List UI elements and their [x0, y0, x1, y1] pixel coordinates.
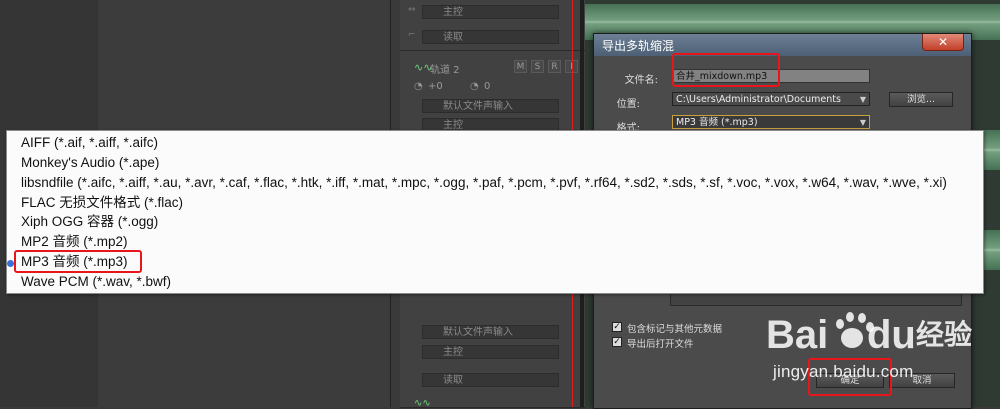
track-3-output-select[interactable]: 主控: [422, 345, 559, 359]
watermark-jingyan: 经验: [916, 318, 972, 351]
track-2-name[interactable]: 轨道 2: [430, 61, 460, 76]
mp3-option-highlight: [14, 250, 142, 273]
pan-value: 0: [484, 81, 491, 92]
location-label: 位置:: [616, 99, 640, 110]
automation-icon: ⌐: [408, 30, 416, 40]
waveform-icon: ∿∿: [414, 398, 431, 409]
metadata-checkbox[interactable]: ✓: [612, 322, 622, 332]
dialog-titlebar[interactable]: 导出多轨缩混 ✕: [594, 34, 971, 56]
pan-knob-icon[interactable]: ◔: [470, 81, 479, 92]
location-select[interactable]: C:\Users\Administrator\Documents ▼: [672, 92, 870, 106]
location-value: C:\Users\Administrator\Documents: [676, 94, 841, 105]
chevron-down-icon: ▼: [859, 95, 866, 104]
track-1-header: ⇔ 主控 ⌐ 读取: [400, 0, 585, 51]
baidu-jingyan-logo: Bai du 经验: [766, 304, 996, 360]
open-after-export-checkbox[interactable]: ✓: [612, 337, 622, 347]
watermark-bai: Bai: [766, 313, 828, 357]
selected-radio-icon: [7, 260, 14, 267]
mute-button[interactable]: M: [514, 60, 527, 73]
format-option[interactable]: AIFF (*.aif, *.aiff, *.aifc): [21, 133, 158, 152]
browse-button[interactable]: 浏览...: [889, 92, 953, 107]
dialog-title: 导出多轨缩混: [602, 39, 675, 53]
read-mode-select[interactable]: 读取: [422, 30, 559, 44]
format-option[interactable]: FLAC 无损文件格式 (*.flac): [21, 193, 183, 212]
close-icon: ✕: [937, 35, 949, 49]
arrow-icon: ⇔: [408, 5, 416, 15]
track-3-header: 默认文件声输入 主控 读取 ∿∿: [400, 295, 585, 409]
volume-value: +0: [428, 81, 443, 92]
watermark-du: du: [867, 313, 916, 357]
record-button[interactable]: R: [548, 60, 561, 73]
format-select[interactable]: MP3 音频 (*.mp3) ▼: [672, 115, 870, 129]
track-3-input-select[interactable]: 默认文件声输入: [422, 325, 559, 339]
format-value: MP3 音频 (*.mp3): [676, 117, 758, 128]
track-2-header: ∿∿ 轨道 2 M S R I ◔ +0 ◔ 0 默认文件声输入 主控: [400, 55, 585, 134]
volume-knob-icon[interactable]: ◔: [414, 81, 423, 92]
baidu-logo-icon: Bai du 经验: [766, 312, 972, 357]
filename-highlight: [672, 53, 780, 87]
filename-label: 文件名:: [624, 75, 658, 86]
master-output-select[interactable]: 主控: [422, 5, 559, 19]
close-button[interactable]: ✕: [922, 34, 964, 51]
chevron-down-icon: ▼: [859, 118, 866, 127]
format-option[interactable]: Xiph OGG 容器 (*.ogg): [21, 212, 158, 231]
track-3-read-select[interactable]: 读取: [422, 373, 559, 387]
solo-button[interactable]: S: [531, 60, 544, 73]
format-option[interactable]: Wave PCM (*.wav, *.bwf): [21, 272, 171, 291]
open-after-export-label: 导出后打开文件: [627, 339, 694, 350]
format-option[interactable]: Monkey's Audio (*.ape): [21, 153, 159, 172]
format-option[interactable]: MP2 音频 (*.mp2): [21, 232, 128, 251]
format-dropdown-list: AIFF (*.aif, *.aiff, *.aifc) Monkey's Au…: [6, 130, 984, 294]
watermark-url: jingyan.baidu.com: [773, 362, 914, 381]
metadata-checkbox-label: 包含标记与其他元数据: [627, 324, 723, 335]
format-option[interactable]: libsndfile (*.aifc, *.aiff, *.au, *.avr,…: [21, 173, 947, 192]
track-input-select[interactable]: 默认文件声输入: [422, 99, 559, 113]
